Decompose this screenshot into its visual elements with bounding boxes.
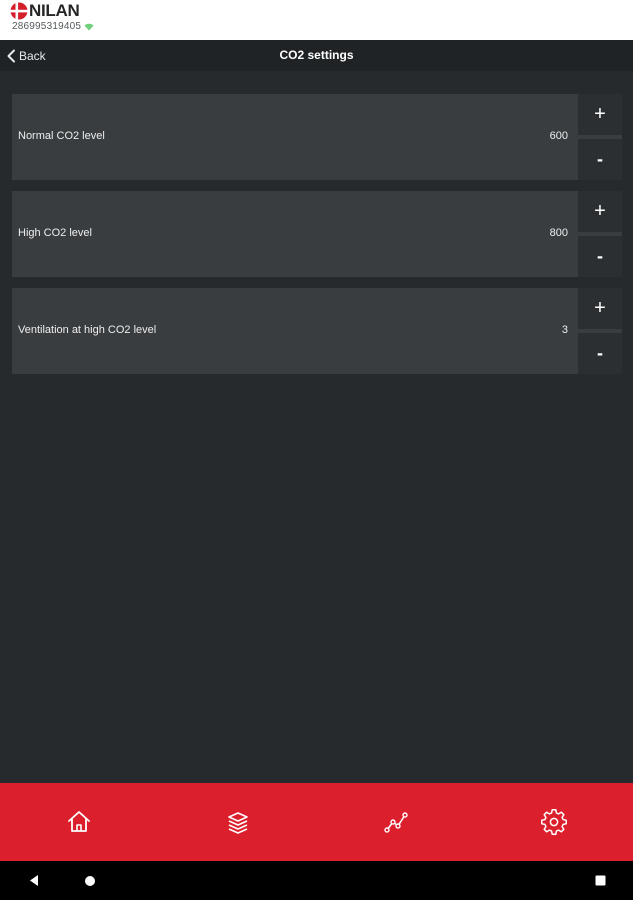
top-navigation-bar: Back CO2 settings <box>0 40 633 71</box>
system-home-button[interactable] <box>70 861 110 900</box>
increment-button[interactable]: + <box>578 288 622 329</box>
layers-icon <box>228 812 248 834</box>
page-title: CO2 settings <box>279 48 354 62</box>
setting-label: High CO2 level <box>18 227 92 239</box>
tab-layers[interactable] <box>198 783 278 861</box>
decrement-button[interactable]: - <box>578 333 622 374</box>
brand-header: NILAN 286995319405 <box>0 0 633 40</box>
danish-flag-logo-icon <box>10 2 28 20</box>
setting-row-high-co2: High CO2 level 800 + - <box>12 191 622 277</box>
system-back-button[interactable] <box>14 861 54 900</box>
setting-value: 600 <box>549 130 568 142</box>
device-row: 286995319405 <box>12 21 94 33</box>
back-triangle-icon <box>30 875 38 886</box>
tab-home[interactable] <box>39 783 119 861</box>
nilan-logo: NILAN <box>10 1 80 20</box>
logo-text: NILAN <box>29 1 80 20</box>
decrement-button[interactable]: - <box>578 139 622 180</box>
device-id: 286995319405 <box>12 21 82 32</box>
tab-graph[interactable] <box>356 783 436 861</box>
setting-value: 3 <box>561 324 568 336</box>
home-circle-icon <box>85 875 95 886</box>
tab-settings[interactable] <box>514 783 594 861</box>
setting-label: Ventilation at high CO2 level <box>18 324 157 336</box>
system-recents-button[interactable] <box>580 861 620 900</box>
decrement-button[interactable]: - <box>578 236 622 277</box>
increment-button[interactable]: + <box>578 94 622 135</box>
gear-icon <box>541 809 567 835</box>
setting-label: Normal CO2 level <box>18 130 105 142</box>
recents-square-icon <box>595 875 605 886</box>
bottom-tab-bar <box>0 783 633 861</box>
home-icon <box>68 811 90 832</box>
setting-row-ventilation-high-co2: Ventilation at high CO2 level 3 + - <box>12 288 622 374</box>
co2-settings-list: Normal CO2 level 600 + - High CO2 level … <box>12 94 622 385</box>
system-navigation-bar <box>0 861 633 900</box>
increment-button[interactable]: + <box>578 191 622 232</box>
setting-value: 800 <box>549 227 568 239</box>
graph-icon <box>384 812 408 833</box>
wifi-icon <box>84 23 94 31</box>
setting-row-normal-co2: Normal CO2 level 600 + - <box>12 94 622 180</box>
